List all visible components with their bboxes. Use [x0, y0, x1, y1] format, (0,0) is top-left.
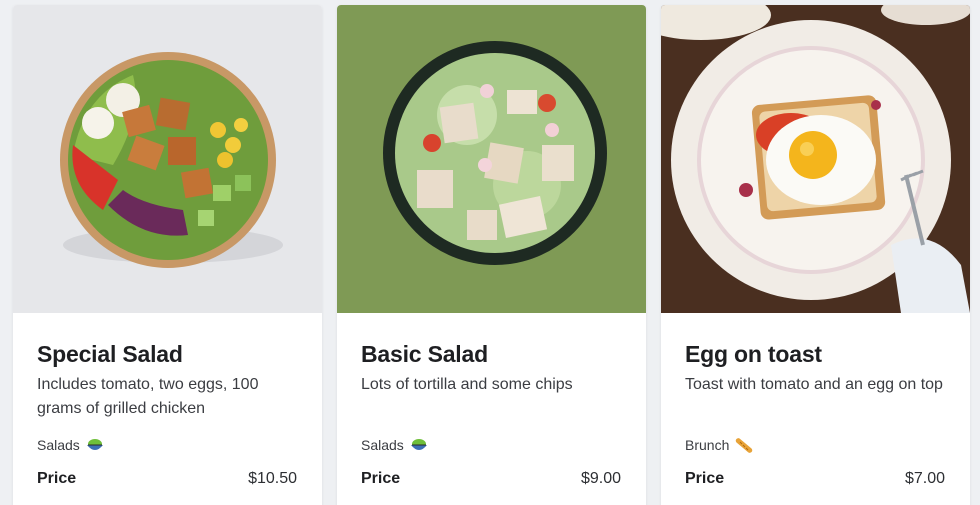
- baguette-icon: [736, 438, 753, 453]
- category-label: Brunch: [685, 437, 730, 453]
- product-description: Toast with tomato and an egg on top: [685, 376, 943, 393]
- price-value: $7.00: [904, 470, 945, 487]
- product-category: Salads: [361, 435, 622, 455]
- product-description: Includes tomato, two eggs, 100 grams of …: [37, 376, 259, 417]
- price-row: Price $7.00: [685, 470, 945, 488]
- category-label: Salads: [361, 437, 404, 453]
- product-category: Brunch: [685, 435, 946, 455]
- product-title: Egg on toast: [685, 341, 822, 367]
- product-info: Egg on toast Toast with tomato and an eg…: [661, 313, 970, 505]
- price-value: $9.00: [580, 470, 621, 487]
- salad-icon: [86, 439, 103, 450]
- product-description: Lots of tortilla and some chips: [361, 376, 573, 393]
- egg-on-toast-photo: [661, 5, 970, 313]
- product-title: Basic Salad: [361, 341, 488, 367]
- price-row: Price $9.00: [361, 470, 621, 488]
- product-info: Special Salad Includes tomato, two eggs,…: [13, 313, 322, 505]
- product-card[interactable]: Special Salad Includes tomato, two eggs,…: [13, 5, 322, 505]
- price-row: Price $10.50: [37, 470, 297, 488]
- price-label: Price: [361, 470, 401, 487]
- product-category: Salads: [37, 435, 298, 455]
- price-value: $10.50: [248, 470, 297, 487]
- price-label: Price: [685, 470, 725, 487]
- price-label: Price: [37, 470, 77, 487]
- salad-icon: [410, 439, 427, 450]
- product-title: Special Salad: [37, 341, 183, 367]
- special-salad-photo: [13, 5, 322, 313]
- basic-salad-photo: [337, 5, 646, 313]
- category-label: Salads: [37, 437, 80, 453]
- product-grid: Special Salad Includes tomato, two eggs,…: [13, 5, 970, 505]
- product-info: Basic Salad Lots of tortilla and some ch…: [337, 313, 646, 505]
- product-card[interactable]: Basic Salad Lots of tortilla and some ch…: [337, 5, 646, 505]
- product-card[interactable]: Egg on toast Toast with tomato and an eg…: [661, 5, 970, 505]
